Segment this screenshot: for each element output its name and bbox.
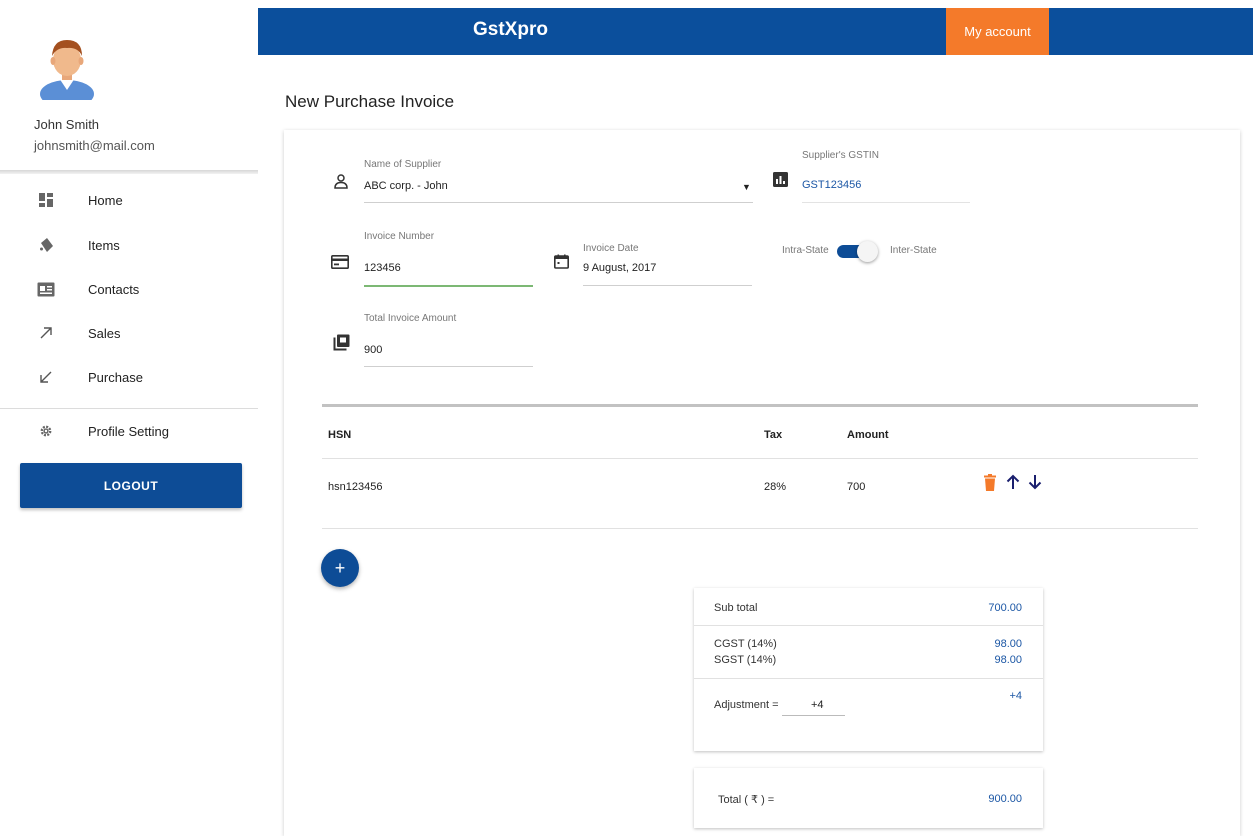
avatar [40,40,94,100]
supplier-underline [364,202,753,203]
invoice-date-label: Invoice Date [583,243,639,254]
sidebar-divider [0,408,258,409]
sidebar-item-label: Purchase [88,369,143,385]
sidebar-item-contacts[interactable]: Contacts [0,273,258,305]
sidebar-item-sales[interactable]: Sales [0,317,258,349]
inter-state-label: Inter-State [890,245,937,256]
invoice-card-icon [331,253,349,271]
adjustment-label: Adjustment = [714,699,779,711]
sidebar-item-label: Profile Setting [88,423,169,439]
logout-button[interactable]: LOGOUT [20,463,242,508]
cell-amount: 700 [847,481,866,493]
gstin-underline [802,202,970,203]
column-header-amount: Amount [847,429,889,441]
bar-chart-icon [771,170,789,188]
invoice-date-underline [583,285,752,286]
top-bar: GstXpro My account [258,8,1253,55]
row-divider [322,528,1198,529]
sidebar-item-label: Home [88,192,123,208]
cgst-value: 98.00 [994,638,1022,650]
table-divider [322,404,1198,407]
contact-card-icon [36,279,56,299]
sidebar-item-purchase[interactable]: Purchase [0,361,258,393]
arrow-down-left-icon [36,367,56,387]
gstin-label: Supplier's GSTIN [802,150,879,161]
header-row-divider [322,458,1198,459]
sidebar-item-home[interactable]: Home [0,184,258,216]
sidebar-item-profile-setting[interactable]: Profile Setting [0,415,258,447]
person-icon [332,172,350,190]
supplier-select-value[interactable]: ABC corp. - John [364,180,448,192]
invoice-date-input[interactable]: 9 August, 2017 [583,262,656,274]
user-email: johnsmith@mail.com [34,138,155,153]
sidebar-item-label: Contacts [88,281,140,297]
invoice-number-underline [364,285,533,287]
summary-divider [694,678,1043,679]
cell-tax: 28% [764,481,787,493]
summary-divider [694,625,1043,626]
sgst-value: 98.00 [994,654,1022,666]
brand-title: GstXpro [473,19,548,40]
intra-state-label: Intra-State [782,245,829,256]
summary-panel: Sub total 700.00 CGST (14%) 98.00 SGST (… [694,588,1043,751]
adjustment-input[interactable] [782,694,845,716]
sidebar-divider [0,170,258,174]
sgst-label: SGST (14%) [714,654,777,666]
total-label: Total ( ₹ ) = [718,794,775,806]
invoice-number-label: Invoice Number [364,231,435,242]
cgst-label: CGST (14%) [714,638,777,650]
collection-icon [332,333,350,351]
total-value: 900.00 [988,793,1022,805]
arrow-down-icon[interactable] [1028,474,1042,493]
tag-icon [36,235,56,255]
sidebar-item-label: Items [88,237,120,253]
calendar-icon [552,252,570,270]
add-row-button[interactable]: + [321,549,359,587]
total-amount-input[interactable]: 900 [364,344,382,356]
total-panel: Total ( ₹ ) = 900.00 [694,768,1043,828]
state-toggle[interactable] [837,240,878,262]
column-header-hsn: HSN [328,429,352,441]
adjustment-value: +4 [1009,690,1022,702]
delete-icon[interactable] [984,474,996,494]
my-account-button[interactable]: My account [946,8,1049,55]
gear-icon [36,421,56,441]
arrow-up-icon[interactable] [1006,474,1020,493]
sidebar: John Smith johnsmith@mail.com Home Items… [0,0,258,836]
total-amount-underline [364,366,533,367]
column-header-tax: Tax [764,429,783,441]
chevron-down-icon[interactable]: ▼ [742,182,751,192]
toggle-knob [857,241,878,262]
sidebar-item-label: Sales [88,325,121,341]
arrow-up-right-icon [36,323,56,343]
page-title: New Purchase Invoice [285,92,455,111]
subtotal-label: Sub total [714,602,758,614]
cell-hsn: hsn123456 [328,481,383,493]
total-amount-label: Total Invoice Amount [364,313,457,324]
user-name: John Smith [34,117,100,132]
supplier-label: Name of Supplier [364,159,442,170]
dashboard-icon [36,190,56,210]
gstin-value[interactable]: GST123456 [802,179,861,191]
sidebar-item-items[interactable]: Items [0,229,258,261]
invoice-number-input[interactable]: 123456 [364,262,401,274]
subtotal-value: 700.00 [988,602,1022,614]
plus-icon: + [334,558,346,578]
